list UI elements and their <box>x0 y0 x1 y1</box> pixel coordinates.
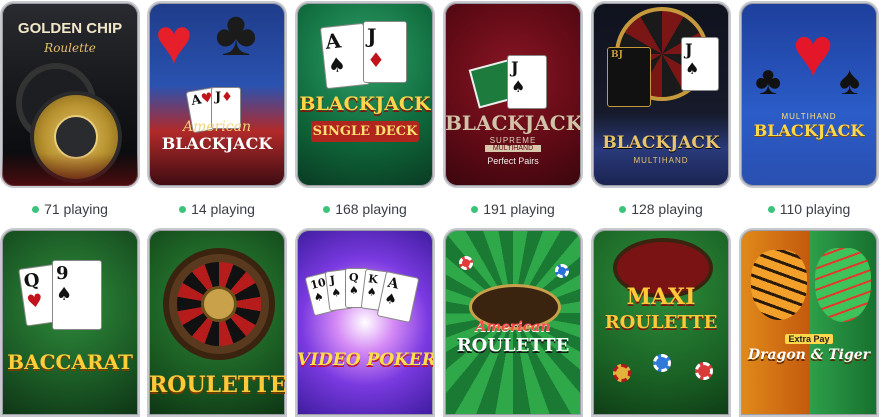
club-icon: ♣ <box>755 59 782 103</box>
game-title: BLACKJACK <box>753 121 865 140</box>
game-tile-american-blackjack[interactable]: ♥ ♣ A♥ J♦ American BLACKJACK <box>147 1 287 188</box>
game-tile-golden-chip-roulette[interactable]: GOLDEN CHIP Roulette <box>0 1 140 188</box>
online-status-icon <box>619 206 627 213</box>
game-tile-video-poker[interactable]: 10 ♠ J ♠ Q ♠ K ♠ A ♠ VIDEO POKER <box>295 228 435 417</box>
game-subtitle: American <box>475 319 551 335</box>
game-art: Q ♥ 9 ♠ <box>2 230 138 415</box>
heart-icon: ♥ <box>792 13 834 91</box>
online-status-icon <box>323 206 331 213</box>
game-subtitle: MULTIHAND <box>781 112 837 121</box>
game-subtitle: SUPREME <box>489 136 537 145</box>
game-tile-baccarat[interactable]: Q ♥ 9 ♠ BACCARAT <box>0 228 140 417</box>
game-subtitle: ROULETTE <box>604 312 718 333</box>
game-title: BLACKJACK <box>602 133 720 153</box>
club-icon: ♣ <box>215 1 257 69</box>
game-art: ♥ ♣ ♠ <box>741 3 877 186</box>
game-subtitle: American <box>182 119 252 135</box>
game-title: Dragon & Tiger <box>747 347 871 363</box>
game-subtitle: Perfect Pairs <box>487 156 539 166</box>
game-subtitle: Roulette <box>44 41 96 55</box>
game-title: ROULETTE <box>149 372 287 398</box>
game-tile-roulette[interactable]: ROULETTE <box>147 228 287 417</box>
game-tile-maxi-roulette[interactable]: MAXI ROULETTE <box>591 228 731 417</box>
game-subtitle: MULTIHAND <box>633 156 689 165</box>
player-count: 110 playing <box>739 201 879 217</box>
game-subtitle: SINGLE DECK <box>311 121 419 142</box>
online-status-icon <box>32 206 40 213</box>
game-title: ROULETTE <box>456 335 570 356</box>
game-tile-blackjack-multihand[interactable]: BJ J ♠ BLACKJACK MULTIHAND <box>591 1 731 188</box>
game-tile-multihand-blackjack[interactable]: ♥ ♣ ♠ MULTIHAND BLACKJACK <box>739 1 879 188</box>
game-art: 10 ♠ J ♠ Q ♠ K ♠ A ♠ <box>297 230 433 415</box>
game-art <box>741 230 877 415</box>
online-status-icon <box>767 206 775 213</box>
game-tile-american-roulette[interactable]: American ROULETTE <box>443 228 583 417</box>
player-count: 71 playing <box>0 201 140 217</box>
game-subtitle: MULTIHAND <box>485 145 541 152</box>
game-title: BLACKJACK <box>445 111 583 135</box>
game-tile-blackjack-supreme[interactable]: J ♠ BLACKJACK SUPREME MULTIHAND Perfect P… <box>443 1 583 188</box>
game-art: ♥ ♣ A♥ J♦ <box>149 3 285 186</box>
game-title: MAXI <box>626 284 696 310</box>
player-count: 168 playing <box>295 201 435 217</box>
game-tile-dragon-tiger[interactable]: Extra Pay Dragon & Tiger <box>739 228 879 417</box>
game-subtitle: Extra Pay <box>785 334 833 344</box>
game-title: BLACKJACK <box>299 93 431 115</box>
game-title: BACCARAT <box>7 350 133 374</box>
game-title: GOLDEN CHIP <box>17 20 123 37</box>
player-count: 191 playing <box>443 201 583 217</box>
game-grid: GOLDEN CHIP Roulette ♥ ♣ A♥ J♦ American … <box>0 0 883 417</box>
game-title: VIDEO POKER <box>297 350 435 370</box>
game-tile-blackjack-single-deck[interactable]: A ♠ J ♦ BLACKJACK SINGLE DECK <box>295 1 435 188</box>
online-status-icon <box>471 206 479 213</box>
online-status-icon <box>179 206 187 213</box>
game-title: BLACKJACK <box>161 134 273 153</box>
player-count: 14 playing <box>147 201 287 217</box>
player-count: 128 playing <box>591 201 731 217</box>
spade-icon: ♠ <box>839 59 861 103</box>
